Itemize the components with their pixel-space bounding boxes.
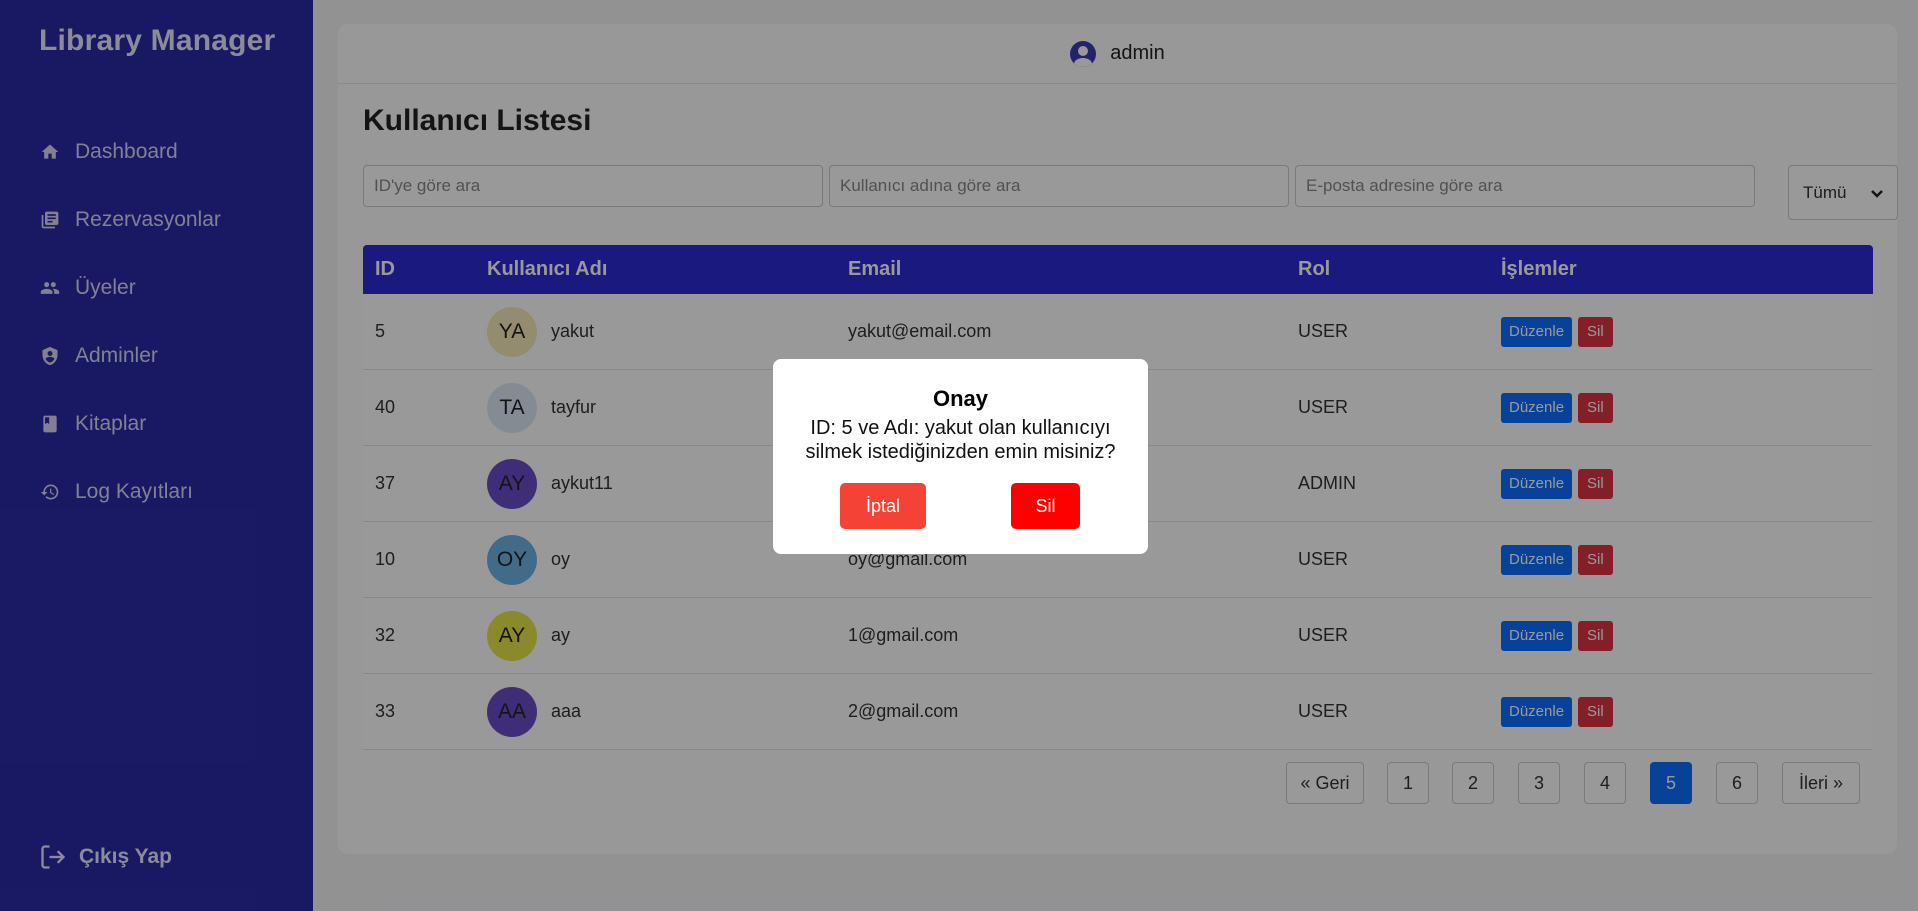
dialog-title: Onay xyxy=(932,386,989,411)
confirm-delete-button[interactable]: Sil xyxy=(1011,483,1080,529)
dialog-message: ID: 5 ve Adı: yakut olan kullanıcıyı sil… xyxy=(805,417,1116,463)
dialog-actions: İptal Sil xyxy=(773,483,1148,529)
confirm-dialog: Onay ID: 5 ve Adı: yakut olan kullanıcıy… xyxy=(773,359,1148,554)
cancel-button[interactable]: İptal xyxy=(840,483,926,529)
